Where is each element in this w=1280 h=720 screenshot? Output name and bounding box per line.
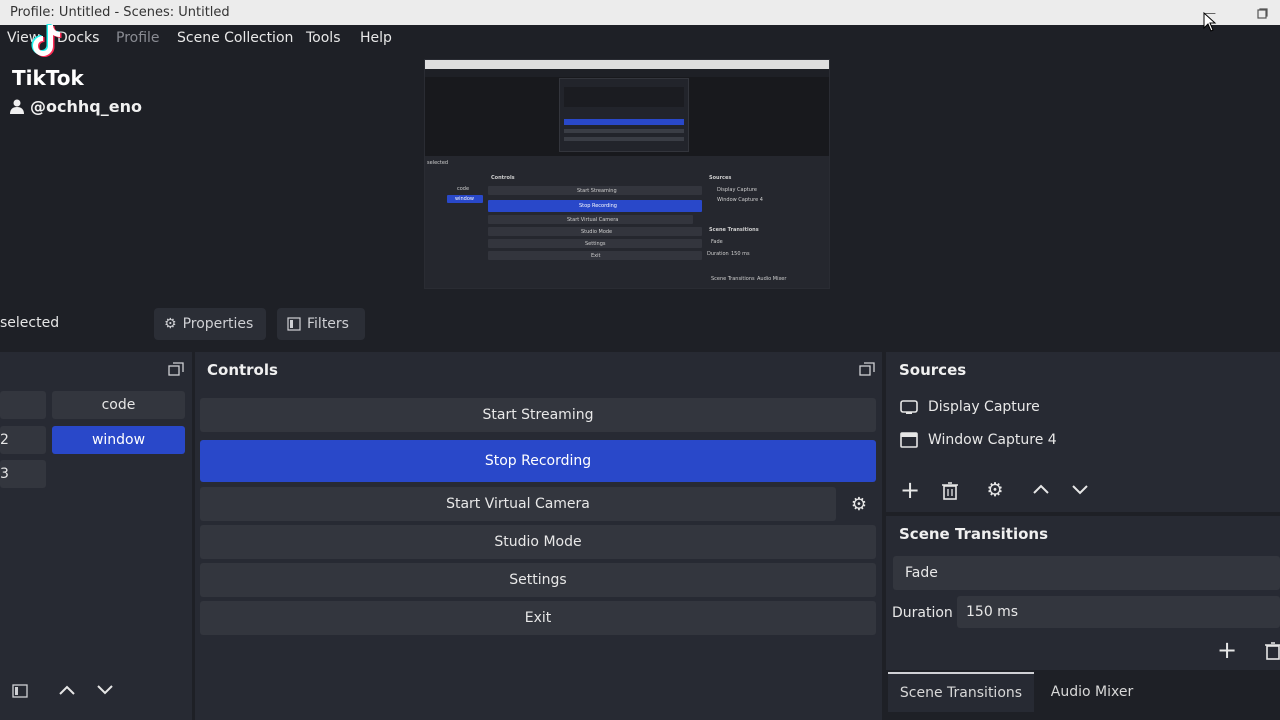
duration-spinbox[interactable]: 150 ms [957, 596, 1280, 628]
source-properties-gear-icon[interactable]: ⚙ [981, 476, 1009, 504]
preview-scene-code: code [457, 186, 470, 192]
preview-stop-recording: Stop Recording [579, 203, 617, 209]
filter-icon [287, 317, 301, 331]
source-toolbar: selected ⚙ Properties Filters [0, 300, 1280, 348]
preview-transitions-title: Scene Transitions [709, 227, 759, 233]
properties-label: Properties [182, 316, 254, 332]
username-text: @ochhq_eno [30, 97, 142, 116]
scene-number: 2 [0, 432, 9, 448]
start-streaming-button[interactable]: Start Streaming [200, 398, 876, 432]
scene-number: 3 [0, 466, 9, 482]
scene-number-3[interactable]: 3 [0, 460, 46, 488]
scene-label: window [91, 432, 146, 448]
scene-code[interactable]: code [52, 391, 185, 419]
scene-filter-icon[interactable] [12, 684, 28, 698]
menu-bar: View Docks Profile Scene Collection Tool… [0, 25, 1280, 52]
virtual-camera-settings-gear-icon[interactable]: ⚙ [845, 490, 873, 518]
transition-selected-value: Fade [905, 565, 938, 581]
user-icon [10, 99, 24, 114]
scene-window[interactable]: window [52, 426, 185, 454]
preview-display-capture: Display Capture [717, 187, 757, 193]
menu-profile[interactable]: Profile [116, 30, 160, 46]
preview-selected-text: selected [427, 160, 449, 166]
tab-scene-transitions[interactable]: Scene Transitions [888, 672, 1034, 712]
preview-sources-title: Sources [709, 175, 732, 181]
undock-icon[interactable] [168, 362, 184, 376]
obs-window: Profile: Untitled - Scenes: Untitled — V… [0, 0, 1280, 720]
remove-transition-trash-icon[interactable] [1264, 641, 1280, 660]
source-label: Display Capture [928, 399, 1040, 415]
scenes-panel: code 2 window 3 [0, 352, 192, 720]
preview-studio-mode: Studio Mode [581, 229, 613, 235]
preview-scene-window: window [455, 196, 474, 202]
sources-title: Sources [899, 361, 967, 379]
dock-tab-bar: Scene Transitions Audio Mixer [886, 672, 1280, 712]
monitor-icon [900, 400, 918, 414]
source-item-window-capture[interactable]: Window Capture 4 [900, 432, 1057, 448]
preview-duration-value: 150 ms [731, 251, 750, 257]
preview-tab-mixer: Audio Mixer [757, 276, 787, 282]
source-item-display-capture[interactable]: Display Capture [900, 399, 1040, 415]
filters-button[interactable]: Filters [277, 308, 365, 340]
studio-mode-button[interactable]: Studio Mode [200, 525, 876, 559]
scene-list-item[interactable] [0, 391, 46, 419]
preview-fade: Fade [711, 239, 723, 245]
trash-icon[interactable] [941, 481, 959, 500]
scene-number-2[interactable]: 2 [0, 426, 46, 454]
controls-title: Controls [207, 361, 278, 379]
tab-audio-mixer[interactable]: Audio Mixer [1040, 672, 1144, 712]
source-label: Window Capture 4 [928, 432, 1057, 448]
preview-recursive-window [559, 78, 689, 152]
chevron-up-icon[interactable] [58, 684, 76, 696]
preview-exit: Exit [591, 253, 601, 259]
chevron-down-icon[interactable] [96, 684, 114, 696]
gear-icon: ⚙ [164, 316, 177, 332]
move-down-chevron-icon[interactable] [1071, 484, 1089, 496]
preview-duration: Duration [707, 251, 729, 257]
preview-controls-title: Controls [491, 175, 515, 181]
preview-start-vcam: Start Virtual Camera [567, 217, 619, 223]
preview-settings: Settings [585, 241, 606, 247]
tiktok-username: @ochhq_eno [10, 97, 142, 116]
start-virtual-camera-button[interactable]: Start Virtual Camera [200, 487, 836, 521]
tiktok-logo-icon [31, 24, 62, 57]
menu-tools[interactable]: Tools [306, 30, 341, 46]
preview-start-streaming: Start Streaming [577, 188, 617, 194]
add-transition-plus-icon[interactable]: + [1213, 636, 1241, 664]
preview-canvas[interactable]: selected code window Controls Start Stre… [424, 59, 830, 289]
menu-help[interactable]: Help [360, 30, 392, 46]
tiktok-brand-text: TikTok [12, 66, 84, 90]
transition-select[interactable]: Fade [893, 556, 1280, 590]
duration-label: Duration [892, 605, 953, 621]
restore-icon [1256, 7, 1268, 19]
title-bar: Profile: Untitled - Scenes: Untitled — [0, 0, 1280, 25]
maximize-button[interactable] [1248, 3, 1276, 23]
mouse-cursor-icon [1203, 12, 1217, 32]
preview-title-strip [425, 60, 829, 69]
preview-window-capture: Window Capture 4 [717, 197, 763, 203]
preview-menu-strip [425, 69, 829, 77]
settings-button[interactable]: Settings [200, 563, 876, 597]
window-icon [900, 432, 918, 448]
move-up-chevron-icon[interactable] [1032, 483, 1050, 495]
scene-transitions-title: Scene Transitions [899, 525, 1049, 543]
menu-scene-collection[interactable]: Scene Collection [177, 30, 293, 46]
duration-value: 150 ms [966, 604, 1019, 620]
filters-label: Filters [307, 316, 349, 332]
window-title: Profile: Untitled - Scenes: Untitled [10, 5, 230, 20]
preview-tab-transitions: Scene Transitions [711, 276, 755, 282]
scene-label: code [101, 397, 136, 413]
exit-button[interactable]: Exit [200, 601, 876, 635]
no-source-selected-text: selected [0, 315, 60, 331]
properties-button[interactable]: ⚙ Properties [154, 308, 266, 340]
add-source-plus-icon[interactable]: + [896, 476, 924, 504]
undock-icon[interactable] [859, 362, 875, 376]
stop-recording-button[interactable]: Stop Recording [200, 440, 876, 482]
